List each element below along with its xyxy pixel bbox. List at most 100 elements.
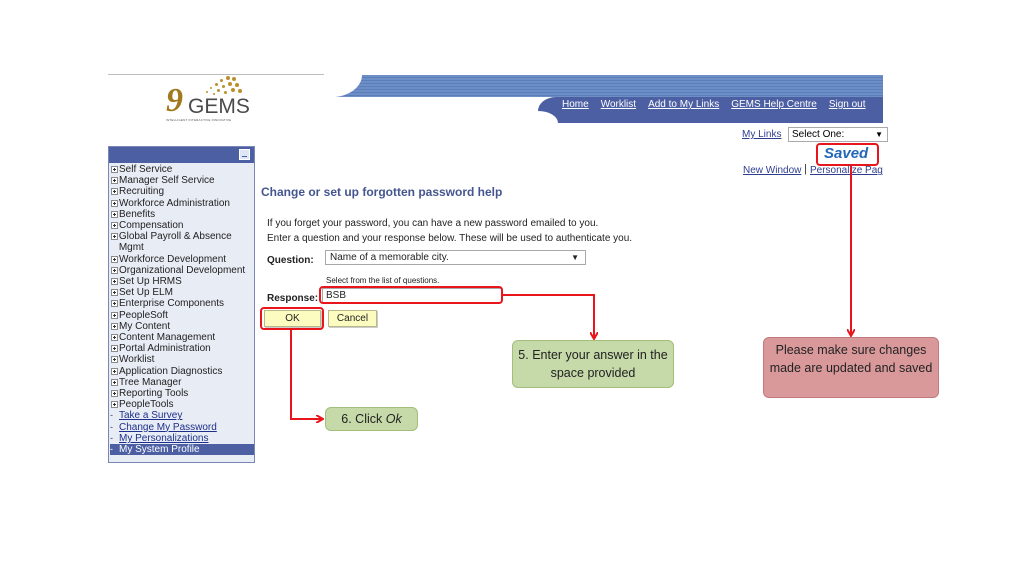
sidebar-item-label: Workforce Administration [119,197,230,209]
sidebar-item[interactable]: Application Diagnostics [110,366,254,377]
expand-plus-icon[interactable] [111,199,118,207]
dropdown-arrow-icon: ▼ [875,130,883,139]
callout-step-6: 6. Click Ok [325,407,418,431]
expand-plus-icon[interactable] [111,322,118,330]
sidebar-item[interactable]: Compensation [110,220,254,231]
expand-plus-icon[interactable] [111,233,118,241]
sidebar-item[interactable]: - My System Profile [110,444,254,456]
sidebar-item[interactable]: Content Management [110,332,254,343]
expand-plus-icon[interactable] [111,222,118,230]
ok-highlight [260,307,324,330]
expand-plus-icon[interactable] [111,390,118,398]
minimize-icon[interactable] [239,149,250,160]
my-links-select[interactable]: Select One: ▼ [788,127,888,142]
logo-brand: GEMS [188,95,250,118]
bullet-dash-icon: - [110,432,113,443]
response-label: Response: [267,293,319,304]
my-links-select-value: Select One: [792,129,845,140]
sidebar-item[interactable]: Enterprise Components [110,298,254,309]
sidebar-item[interactable]: Set Up ELM [110,287,254,298]
question-label: Question: [267,255,314,266]
nav-help-centre-link[interactable]: GEMS Help Centre [731,99,817,110]
nav-add-to-my-links-link[interactable]: Add to My Links [648,99,719,110]
nav-home-link[interactable]: Home [562,99,589,110]
sidebar-item-label: Reporting Tools [119,388,189,400]
header-nav: Home Worklist Add to My Links GEMS Help … [562,99,878,110]
page-title: Change or set up forgotten password help [261,185,503,199]
expand-plus-icon[interactable] [111,210,118,218]
top-divider [108,74,324,75]
sidebar-item[interactable]: Global Payroll & Absence Mgmt [110,231,254,253]
sidebar-item[interactable]: - Change My Password [110,422,254,433]
logo-tagline: INTELLIGENT INTERACTIVE INNOVATIVE [166,118,232,122]
question-select[interactable]: Name of a memorable city. ▼ [325,250,586,265]
expand-plus-icon[interactable] [111,177,118,185]
expand-plus-icon[interactable] [111,188,118,196]
expand-plus-icon[interactable] [111,311,118,319]
expand-plus-icon[interactable] [111,300,118,308]
sidebar-item[interactable]: PeopleSoft [110,310,254,321]
expand-plus-icon[interactable] [111,166,118,173]
expand-plus-icon[interactable] [111,356,118,364]
nav-sign-out-link[interactable]: Sign out [829,99,866,110]
new-window-link[interactable]: New Window [743,165,801,176]
arrow-ok-to-step6 [290,330,322,419]
sidebar-header [109,147,254,163]
sidebar-item[interactable]: Workforce Development [110,254,254,265]
menu-list: Self Service Manager Self Service Recruiti… [110,164,254,456]
expand-plus-icon[interactable] [111,345,118,353]
sidebar-item[interactable]: PeopleTools [110,399,254,410]
sidebar-item[interactable]: My Content [110,321,254,332]
sidebar-item-label: Self Service [119,164,173,175]
expand-plus-icon[interactable] [111,367,118,375]
sidebar-item[interactable]: Tree Manager [110,377,254,388]
sidebar-item-label: Organizational Development [119,264,246,276]
expand-plus-icon[interactable] [111,378,118,386]
sidebar-item[interactable]: - Take a Survey [110,410,254,421]
sidebar-item-label: Worklist [119,354,155,366]
sidebar-item[interactable]: Manager Self Service [110,175,254,186]
expand-plus-icon[interactable] [111,266,118,274]
bullet-dash-icon: - [110,444,113,455]
sidebar-item[interactable]: Organizational Development [110,265,254,276]
dropdown-arrow-icon: ▼ [571,253,579,262]
cancel-button[interactable]: Cancel [328,310,377,327]
sidebar-item[interactable]: Recruiting [110,186,254,197]
arrow-response-to-step5 [503,294,594,338]
sidebar-item[interactable]: Portal Administration [110,343,254,354]
expand-plus-icon[interactable] [111,278,118,286]
sidebar-item-label: My Personalizations [119,432,209,444]
header-banner [322,75,883,97]
expand-plus-icon[interactable] [111,289,118,297]
question-hint: Select from the list of questions. [326,276,440,285]
sidebar-item[interactable]: - My Personalizations [110,433,254,444]
header-nav-bar: Home Worklist Add to My Links GEMS Help … [538,97,883,123]
sidebar-item-label: Workforce Development [119,253,227,265]
question-select-value: Name of a memorable city. [330,252,449,263]
sidebar-item-label: Recruiting [119,186,165,198]
expand-plus-icon[interactable] [111,334,118,342]
sidebar-item[interactable]: Self Service [110,164,254,175]
expand-plus-icon[interactable] [111,401,118,409]
sidebar-item-label: Take a Survey [119,410,183,422]
sidebar-item-label: Manager Self Service [119,175,215,187]
sidebar-item-label: Enterprise Components [119,298,225,310]
bullet-dash-icon: - [110,410,113,421]
saved-status: Saved [824,145,869,162]
sidebar-item-label: Tree Manager [119,376,182,388]
sidebar-item-label: My Content [119,320,171,332]
personalize-page-link[interactable]: Personalize Page [810,165,883,176]
sidebar-item[interactable]: Benefits [110,209,254,220]
sidebar-item[interactable]: Workforce Administration [110,198,254,209]
sidebar-item-label: My System Profile [119,444,200,456]
sidebar-item[interactable]: Reporting Tools [110,388,254,399]
sidebar-item-label: PeopleTools [119,399,174,411]
nav-worklist-link[interactable]: Worklist [601,99,636,110]
sidebar-item-label: Set Up ELM [119,287,173,299]
expand-plus-icon[interactable] [111,255,118,263]
sidebar-item[interactable]: Worklist [110,354,254,365]
sidebar-item-label: Change My Password [119,421,217,433]
sidebar-item[interactable]: Set Up HRMS [110,276,254,287]
sidebar-item-label: Application Diagnostics [119,365,223,377]
my-links-link[interactable]: My Links [742,129,781,140]
